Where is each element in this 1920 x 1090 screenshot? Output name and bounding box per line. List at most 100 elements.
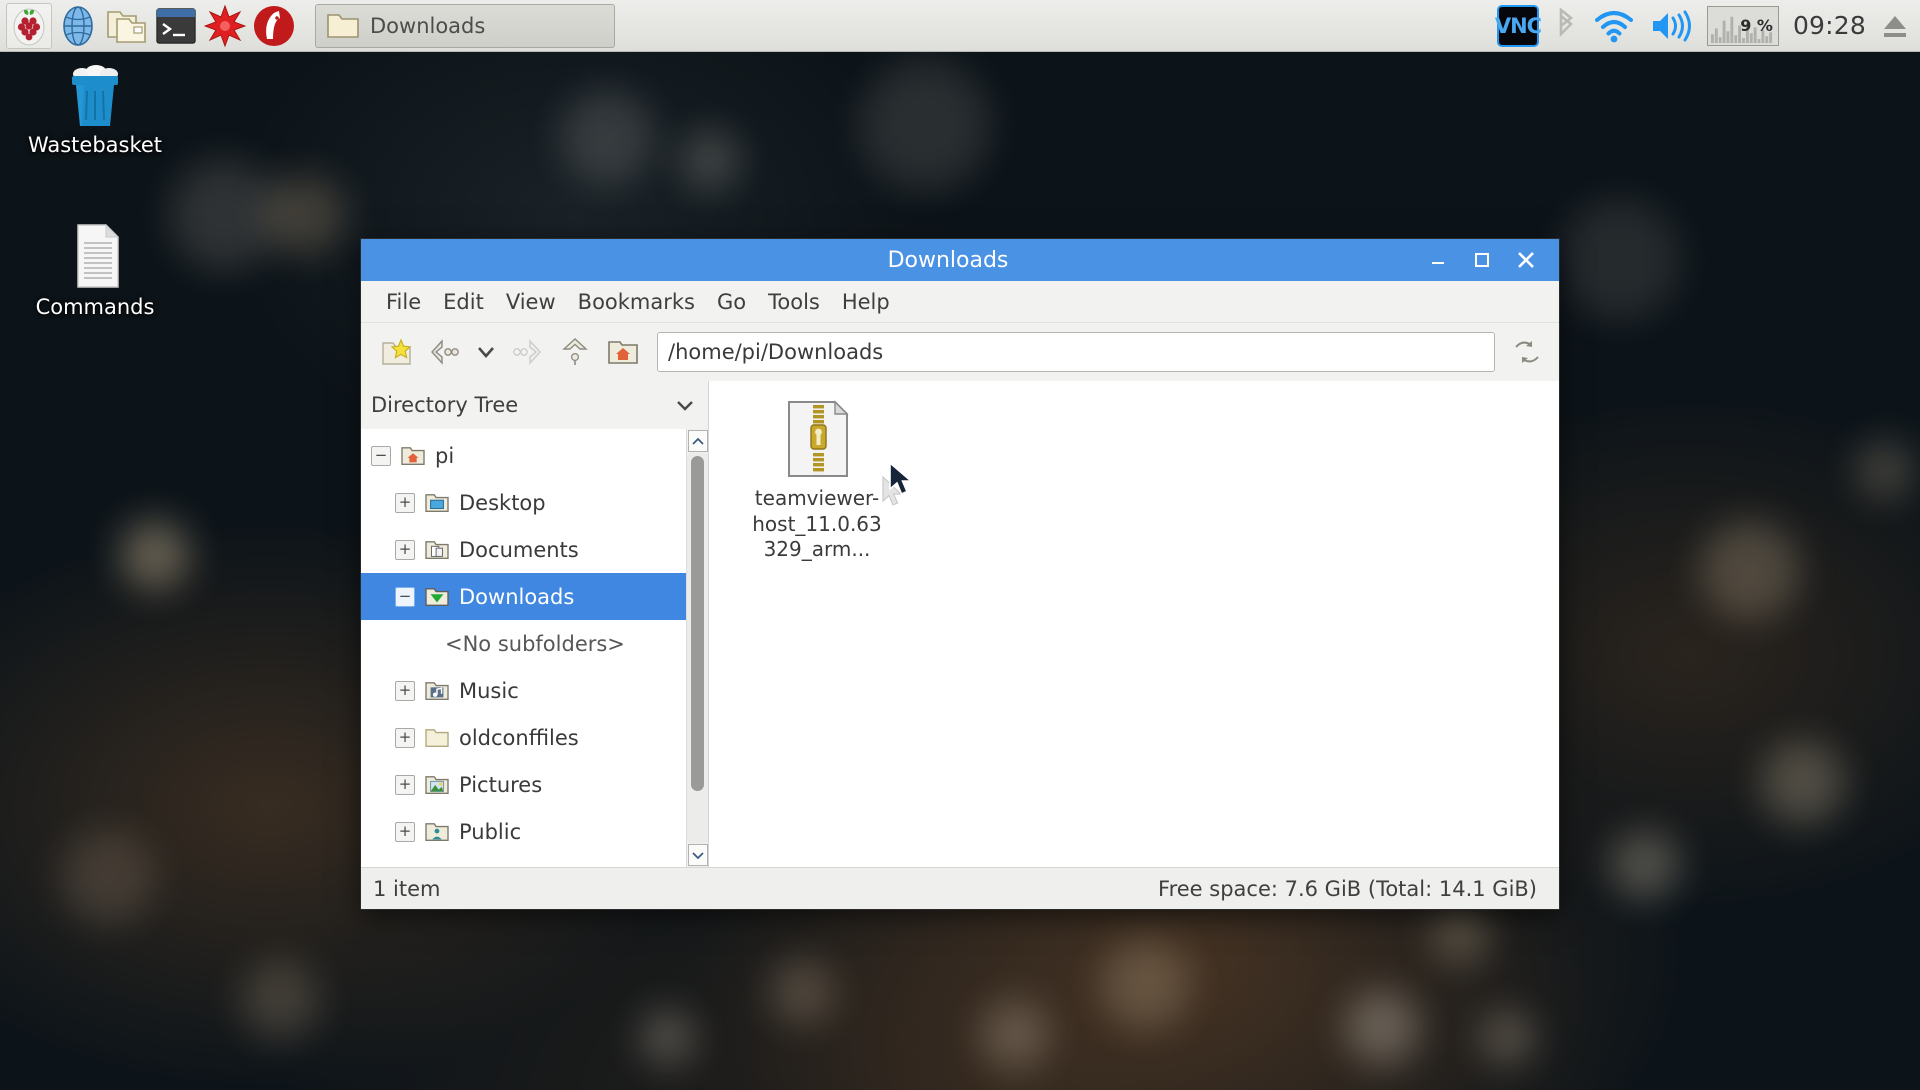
file-manager-icon bbox=[107, 10, 146, 43]
tree-item-oldconffiles[interactable]: + oldconffiles bbox=[361, 714, 686, 761]
tree-item-label: oldconffiles bbox=[459, 725, 579, 750]
menu-help[interactable]: Help bbox=[831, 286, 901, 318]
scrollbar-thumb[interactable] bbox=[691, 456, 704, 791]
menu-tools[interactable]: Tools bbox=[757, 286, 831, 318]
pictures-folder-icon bbox=[425, 775, 449, 794]
expander-toggle[interactable]: + bbox=[395, 492, 415, 513]
sidebar-header[interactable]: Directory Tree bbox=[361, 381, 708, 429]
tree-item-pi[interactable]: − pi bbox=[361, 432, 686, 479]
tree-list: − pi + Desktop + Documents − Downloads <… bbox=[361, 429, 686, 867]
expander-toggle[interactable]: − bbox=[395, 586, 415, 607]
window-titlebar[interactable]: Downloads bbox=[361, 239, 1559, 281]
vnc-server-icon[interactable]: VNC bbox=[1494, 4, 1542, 47]
tree-item-documents[interactable]: + Documents bbox=[361, 526, 686, 573]
launcher-terminal[interactable] bbox=[153, 3, 199, 49]
tree-item-partial[interactable] bbox=[361, 855, 686, 867]
status-bar: 1 item Free space: 7.6 GiB (Total: 14.1 … bbox=[361, 867, 1559, 909]
chevron-down-icon[interactable] bbox=[674, 397, 696, 413]
menu-view[interactable]: View bbox=[495, 286, 567, 318]
forward-button[interactable] bbox=[505, 330, 549, 374]
up-arrow-icon bbox=[562, 338, 588, 365]
taskbar[interactable]: Downloads VNC 9 % 09:28 bbox=[0, 0, 1920, 52]
minimize-button[interactable] bbox=[1425, 247, 1451, 273]
refresh-button[interactable] bbox=[1505, 330, 1549, 374]
archive-file-icon bbox=[788, 400, 849, 477]
sidebar-panel: Directory Tree − pi + Desktop + Document… bbox=[361, 381, 709, 867]
desktop-icon-wastebasket[interactable]: Wastebasket bbox=[10, 62, 180, 157]
window-body: Directory Tree − pi + Desktop + Document… bbox=[361, 381, 1559, 867]
scroll-down-button[interactable] bbox=[687, 844, 708, 866]
tree-item-no-subfolders: <No subfolders> bbox=[361, 620, 686, 667]
refresh-icon bbox=[1515, 341, 1539, 363]
new-tab-button[interactable] bbox=[375, 330, 419, 374]
expander-toggle[interactable]: − bbox=[371, 445, 391, 466]
cpu-usage-monitor[interactable]: 9 % bbox=[1706, 5, 1779, 46]
history-dropdown-button[interactable] bbox=[471, 330, 501, 374]
desktop[interactable]: Wastebasket Commands Downloads File Edit… bbox=[0, 0, 1920, 1090]
bluetooth-icon[interactable] bbox=[1553, 6, 1579, 46]
bokeh-orb bbox=[1760, 740, 1845, 825]
tree-item-music[interactable]: + Music bbox=[361, 667, 686, 714]
downloads-folder-icon bbox=[425, 587, 449, 606]
desktop-icon-commands[interactable]: Commands bbox=[10, 222, 180, 319]
tree-item-downloads[interactable]: − Downloads bbox=[361, 573, 686, 620]
public-folder-icon bbox=[425, 822, 449, 841]
maximize-button[interactable] bbox=[1469, 247, 1495, 273]
menu-go[interactable]: Go bbox=[706, 286, 757, 318]
bokeh-orb bbox=[560, 90, 655, 185]
menu-bookmarks[interactable]: Bookmarks bbox=[567, 286, 706, 318]
forward-arrow-icon bbox=[513, 339, 542, 365]
bokeh-orb bbox=[1430, 905, 1490, 965]
wastebasket-icon bbox=[72, 65, 118, 126]
taskbar-window-button-downloads[interactable]: Downloads bbox=[315, 3, 615, 48]
expander-toggle[interactable]: + bbox=[395, 680, 415, 701]
clock-label: 09:28 bbox=[1792, 11, 1866, 40]
file-list-view[interactable]: teamviewer-host_11.0.63329_arm... bbox=[709, 381, 1559, 867]
window-controls bbox=[1425, 247, 1559, 273]
expander-toggle[interactable]: + bbox=[395, 539, 415, 560]
launcher-raspberry-menu[interactable] bbox=[6, 2, 52, 49]
taskbar-launchers bbox=[0, 2, 297, 49]
tree-item-label: Pictures bbox=[459, 772, 543, 797]
clock[interactable]: 09:28 bbox=[1793, 11, 1866, 40]
home-button[interactable] bbox=[601, 330, 645, 374]
bokeh-orb bbox=[770, 960, 835, 1025]
tree-item-desktop[interactable]: + Desktop bbox=[361, 479, 686, 526]
menu-edit[interactable]: Edit bbox=[432, 286, 495, 318]
menu-bar: File Edit View Bookmarks Go Tools Help bbox=[361, 281, 1559, 323]
tree-item-label: Desktop bbox=[459, 490, 546, 515]
directory-tree[interactable]: − pi + Desktop + Documents − Downloads <… bbox=[361, 429, 708, 867]
close-button[interactable] bbox=[1513, 247, 1539, 273]
status-item-count: 1 item bbox=[373, 876, 441, 901]
launcher-wolfram[interactable] bbox=[251, 3, 297, 49]
cpu-usage-label: 9 % bbox=[1740, 16, 1773, 35]
launcher-mathematica[interactable] bbox=[202, 3, 248, 49]
desktop-icon-label: Wastebasket bbox=[27, 133, 163, 157]
sidebar-scrollbar[interactable] bbox=[686, 429, 708, 867]
file-manager-window[interactable]: Downloads File Edit View Bookmarks Go To… bbox=[360, 238, 1560, 910]
text-document-icon bbox=[77, 223, 120, 288]
expander-toggle[interactable]: + bbox=[395, 821, 415, 842]
menu-file[interactable]: File bbox=[375, 286, 432, 318]
file-item[interactable]: teamviewer-host_11.0.63329_arm... bbox=[751, 393, 883, 563]
eject-icon[interactable] bbox=[1880, 9, 1910, 43]
expander-toggle[interactable]: + bbox=[395, 774, 415, 795]
expander-toggle[interactable]: + bbox=[395, 727, 415, 748]
minimize-icon bbox=[1432, 262, 1444, 264]
tree-item-public[interactable]: + Public bbox=[361, 808, 686, 855]
launcher-file-manager[interactable] bbox=[104, 3, 150, 49]
plain-folder-icon bbox=[425, 728, 449, 747]
bokeh-orb bbox=[1700, 520, 1800, 620]
toolbar: /home/pi/Downloads bbox=[361, 323, 1559, 381]
launcher-web-browser[interactable] bbox=[55, 3, 101, 49]
bokeh-orb bbox=[860, 60, 990, 190]
wifi-icon[interactable] bbox=[1593, 8, 1635, 44]
up-button[interactable] bbox=[553, 330, 597, 374]
scrollbar-track[interactable] bbox=[687, 453, 708, 843]
vnc-label: VNC bbox=[1494, 13, 1542, 38]
back-button[interactable] bbox=[423, 330, 467, 374]
volume-icon[interactable] bbox=[1649, 9, 1693, 43]
path-input[interactable]: /home/pi/Downloads bbox=[657, 332, 1495, 372]
scroll-up-button[interactable] bbox=[687, 430, 708, 452]
tree-item-pictures[interactable]: + Pictures bbox=[361, 761, 686, 808]
